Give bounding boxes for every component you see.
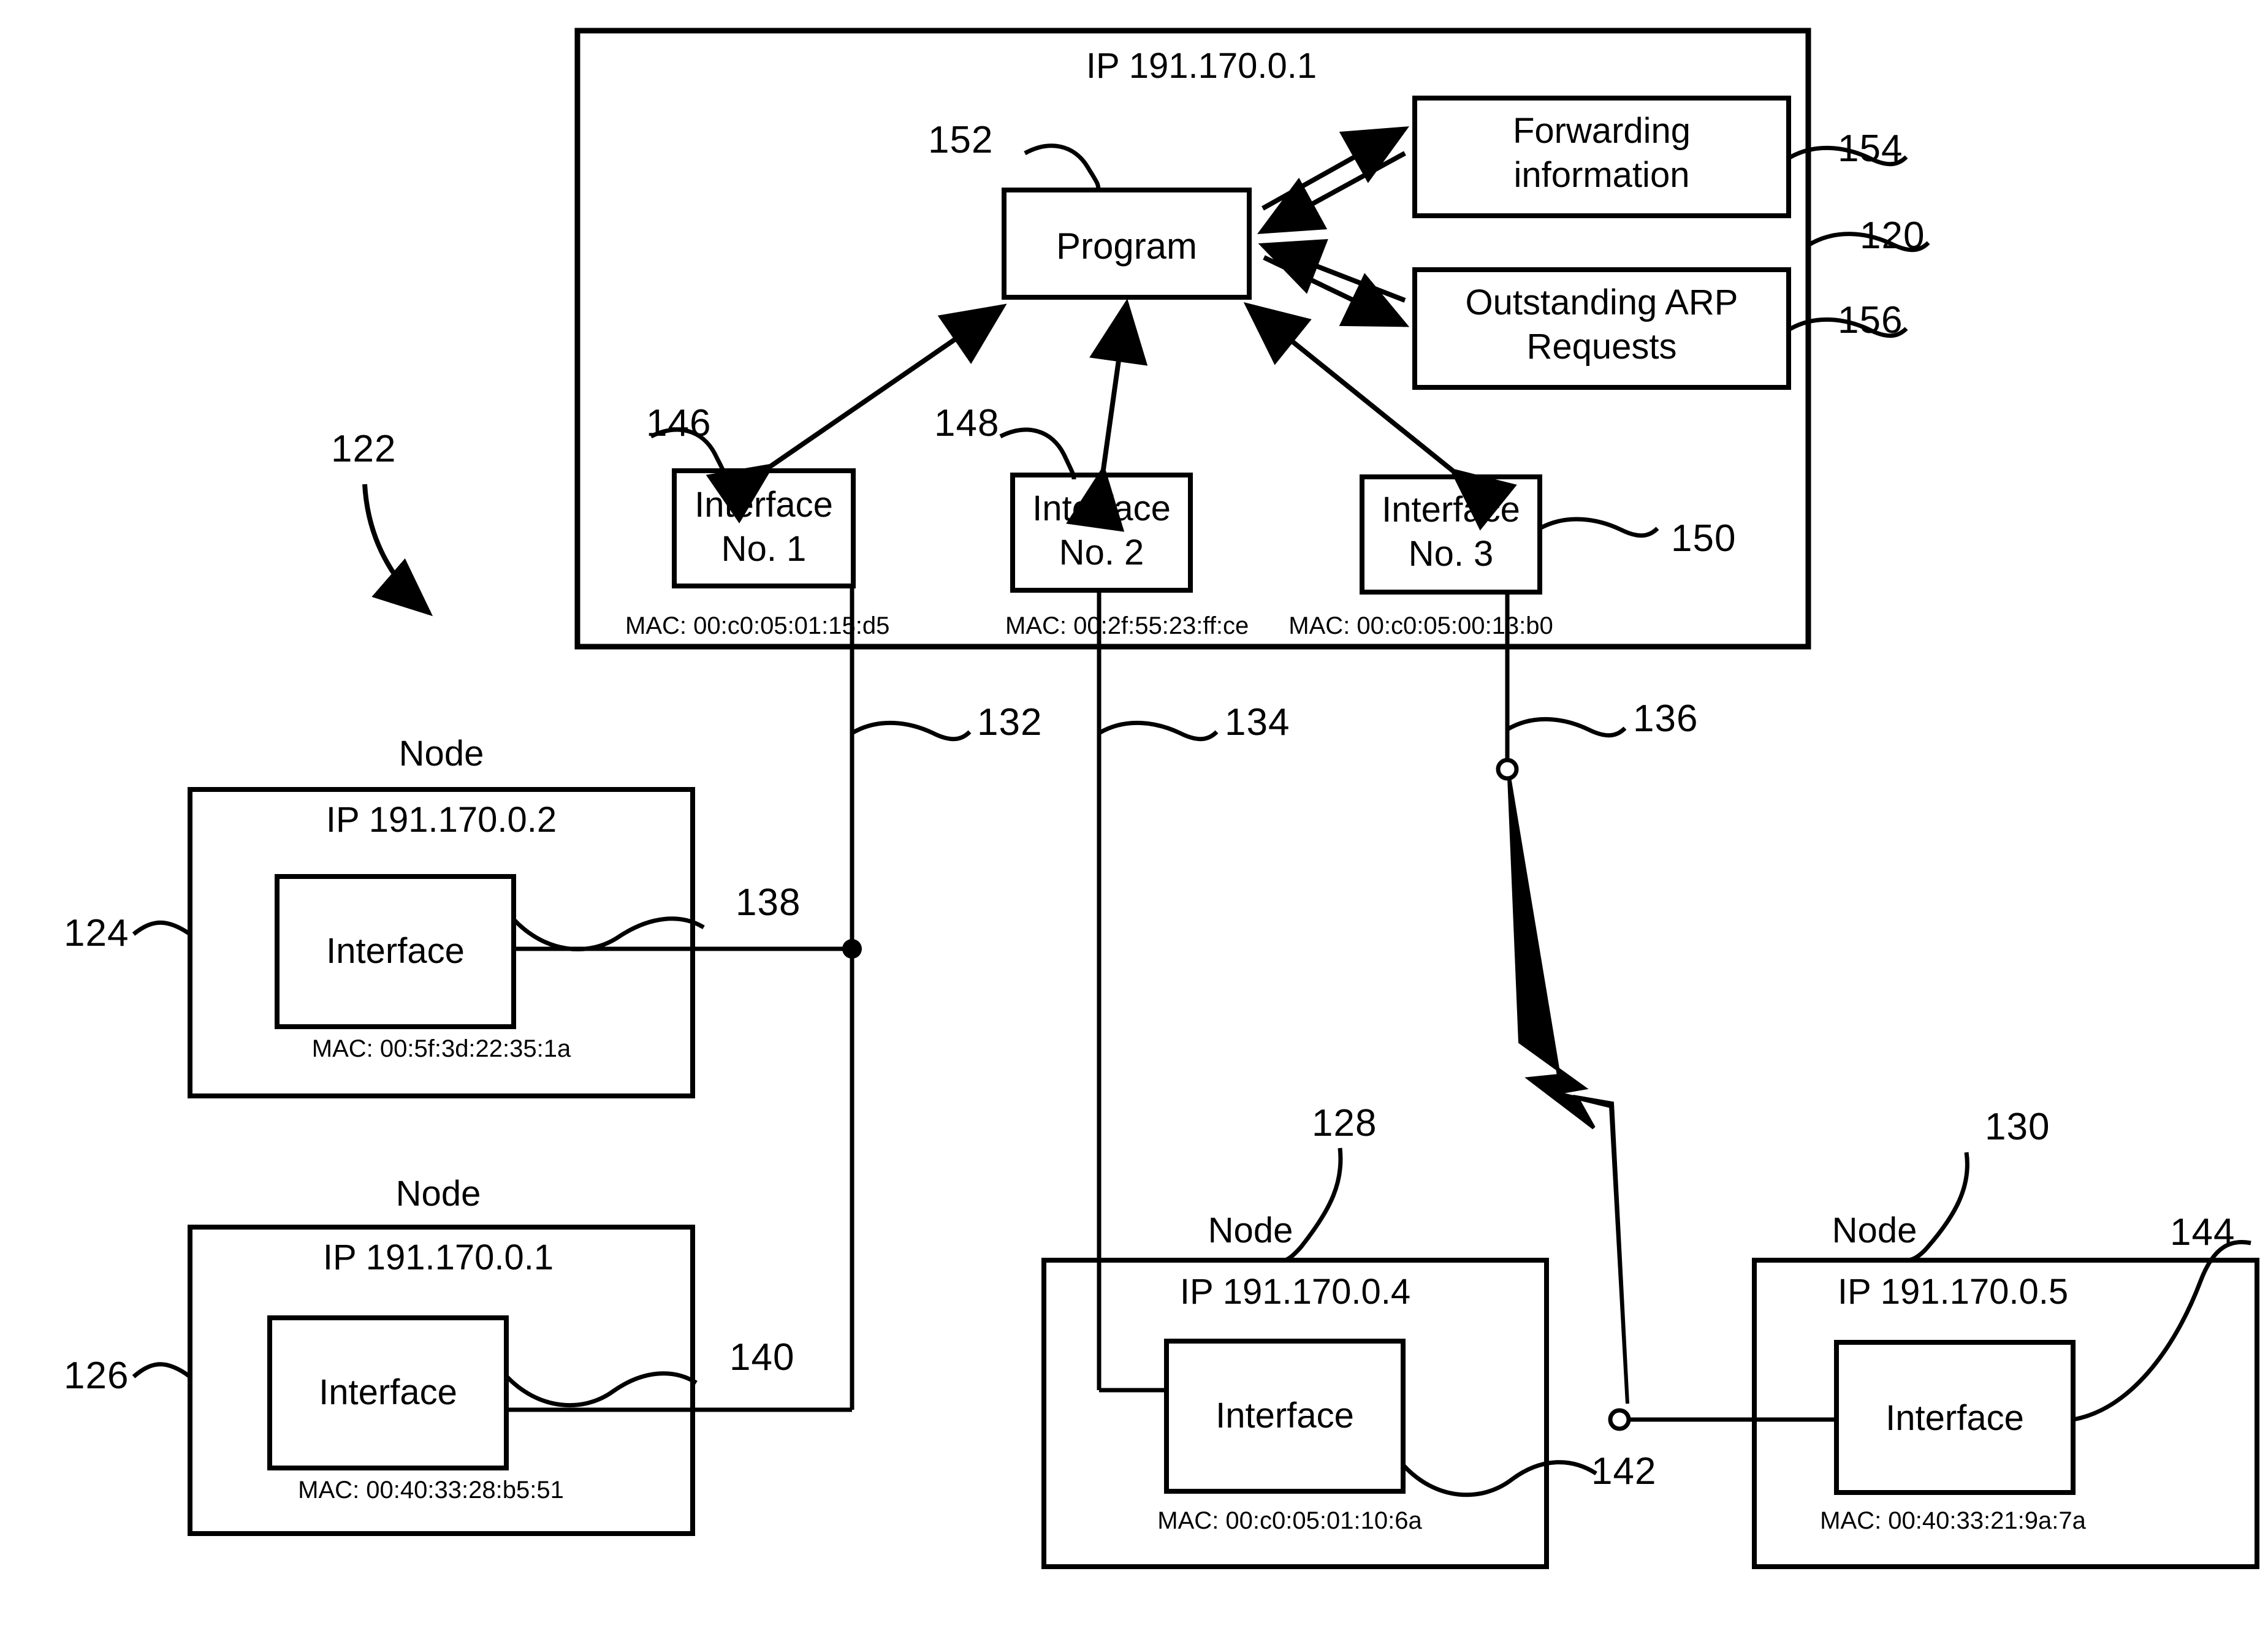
ref-134: 134: [1225, 701, 1290, 743]
node-126-interface-label[interactable]: Interface: [319, 1372, 457, 1413]
forwarding-information-line2[interactable]: information: [1514, 155, 1690, 196]
ref-140: 140: [729, 1336, 795, 1379]
node-126-title: Node: [395, 1174, 481, 1214]
node-128-interface-label[interactable]: Interface: [1216, 1396, 1354, 1436]
arrow-program-to-forwarding: [1261, 126, 1409, 211]
node-130-interface-label[interactable]: Interface: [1886, 1398, 2024, 1439]
interface2-mac: MAC: 00:2f:55:23:ff:ce: [1005, 612, 1249, 639]
ref-150: 150: [1671, 517, 1737, 560]
node-124-interface-label[interactable]: Interface: [326, 931, 465, 972]
interface1-line2[interactable]: No. 1: [721, 529, 807, 569]
interface1-line1[interactable]: Interface: [694, 485, 833, 525]
ref-120: 120: [1860, 215, 1925, 257]
outstanding-arp-line1[interactable]: Outstanding ARP: [1466, 283, 1738, 323]
ref-128: 128: [1312, 1102, 1377, 1144]
ref-152: 152: [928, 119, 994, 161]
ref-122: 122: [331, 428, 397, 470]
ref-124: 124: [64, 912, 129, 954]
leader-132-squiggle: [851, 720, 972, 742]
node-128-ip: IP 191.170.0.4: [1179, 1272, 1411, 1312]
outstanding-arp-line2[interactable]: Requests: [1526, 327, 1676, 367]
forwarding-information-line1[interactable]: Forwarding: [1513, 111, 1691, 151]
node-126-mac: MAC: 00:40:33:28:b5:51: [298, 1477, 564, 1504]
broken-link-lightning-bolt: [1507, 777, 1629, 1404]
node-124-ip: IP 191.170.0.2: [325, 800, 557, 840]
leader-122-arrow: [362, 484, 433, 617]
link-142-terminal-circle: [1608, 1408, 1631, 1431]
node-128-mac: MAC: 00:c0:05:01:10:6a: [1157, 1507, 1422, 1534]
leader-150-squiggle: [1539, 517, 1659, 538]
leader-134-squiggle: [1098, 720, 1219, 742]
leader-144-squiggle: [2072, 1239, 2251, 1422]
arrow-forwarding-to-program: [1257, 151, 1406, 234]
interface1-mac: MAC: 00:c0:05:01:15:d5: [625, 612, 890, 639]
interface3-mac: MAC: 00:c0:05:00:13:b0: [1288, 612, 1553, 639]
leader-140-squiggle: [504, 1371, 698, 1408]
leader-148-squiggle: [999, 427, 1076, 480]
ref-130: 130: [1985, 1106, 2050, 1148]
interface3-line1[interactable]: Interface: [1382, 490, 1520, 530]
node-130-title: Node: [1832, 1211, 1917, 1250]
leader-142-squiggle: [1401, 1460, 1597, 1497]
router-ip-label: IP 191.170.0.1: [1086, 46, 1317, 86]
ref-148: 148: [934, 402, 1000, 444]
arrow-interface2-to-program: [1066, 299, 1148, 532]
ref-144: 144: [2170, 1211, 2236, 1253]
leader-124-squiggle: [132, 920, 191, 936]
leader-152-squiggle: [1024, 143, 1101, 191]
ref-126: 126: [64, 1355, 129, 1397]
node-128-title: Node: [1208, 1211, 1293, 1250]
program-box-label[interactable]: Program: [1056, 227, 1197, 265]
ref-154: 154: [1838, 127, 1903, 170]
leader-138-squiggle: [512, 916, 705, 952]
patent-figure-canvas: IP 191.170.0.1 154 120 156 152 Program F…: [0, 0, 2268, 1639]
ref-146: 146: [646, 402, 712, 444]
leader-126-squiggle: [132, 1362, 192, 1379]
interface2-line2[interactable]: No. 2: [1059, 533, 1144, 573]
node-130-mac: MAC: 00:40:33:21:9a:7a: [1820, 1507, 2086, 1534]
ref-156: 156: [1838, 299, 1903, 341]
ref-142: 142: [1591, 1450, 1657, 1493]
ref-132: 132: [977, 701, 1043, 743]
link-136-terminal-circle: [1496, 758, 1519, 781]
interface3-line2[interactable]: No. 3: [1409, 534, 1494, 574]
ref-136: 136: [1633, 698, 1699, 740]
node-124-title: Node: [398, 734, 484, 774]
interface2-line1[interactable]: Interface: [1032, 489, 1171, 529]
ref-138: 138: [736, 881, 801, 924]
leader-136-squiggle: [1506, 717, 1627, 738]
node-130-ip: IP 191.170.0.5: [1837, 1272, 2069, 1312]
node-126-ip: IP 191.170.0.1: [322, 1238, 554, 1277]
node-124-mac: MAC: 00:5f:3d:22:35:1a: [311, 1035, 571, 1062]
